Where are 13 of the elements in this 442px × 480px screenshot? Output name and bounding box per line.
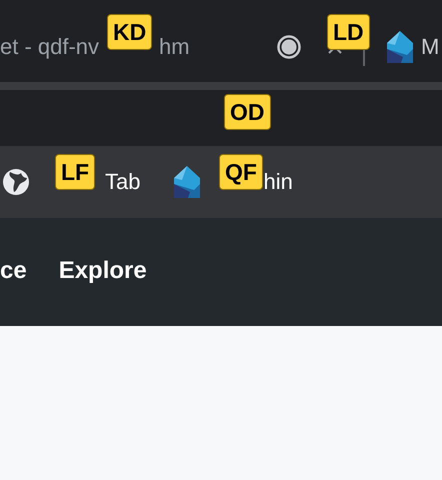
hint-tooltip: KD xyxy=(107,14,152,50)
hint-tooltip: OD xyxy=(224,94,270,130)
tab-title[interactable]: hm xyxy=(159,22,190,60)
bookmark-label[interactable]: hin xyxy=(263,169,293,195)
nav-link[interactable]: Explore xyxy=(58,257,147,285)
house-logo-icon[interactable] xyxy=(174,166,200,198)
hint-tooltip: LF xyxy=(55,154,96,190)
nav-link[interactable]: ce xyxy=(0,257,27,285)
bookmark-label[interactable]: Tab xyxy=(105,169,140,195)
hint-tooltip: LD xyxy=(327,14,370,50)
tab-title[interactable]: et - qdf-nv xyxy=(0,22,100,60)
extension-label[interactable]: M xyxy=(421,22,440,60)
hint-tooltip: QF xyxy=(219,154,263,190)
